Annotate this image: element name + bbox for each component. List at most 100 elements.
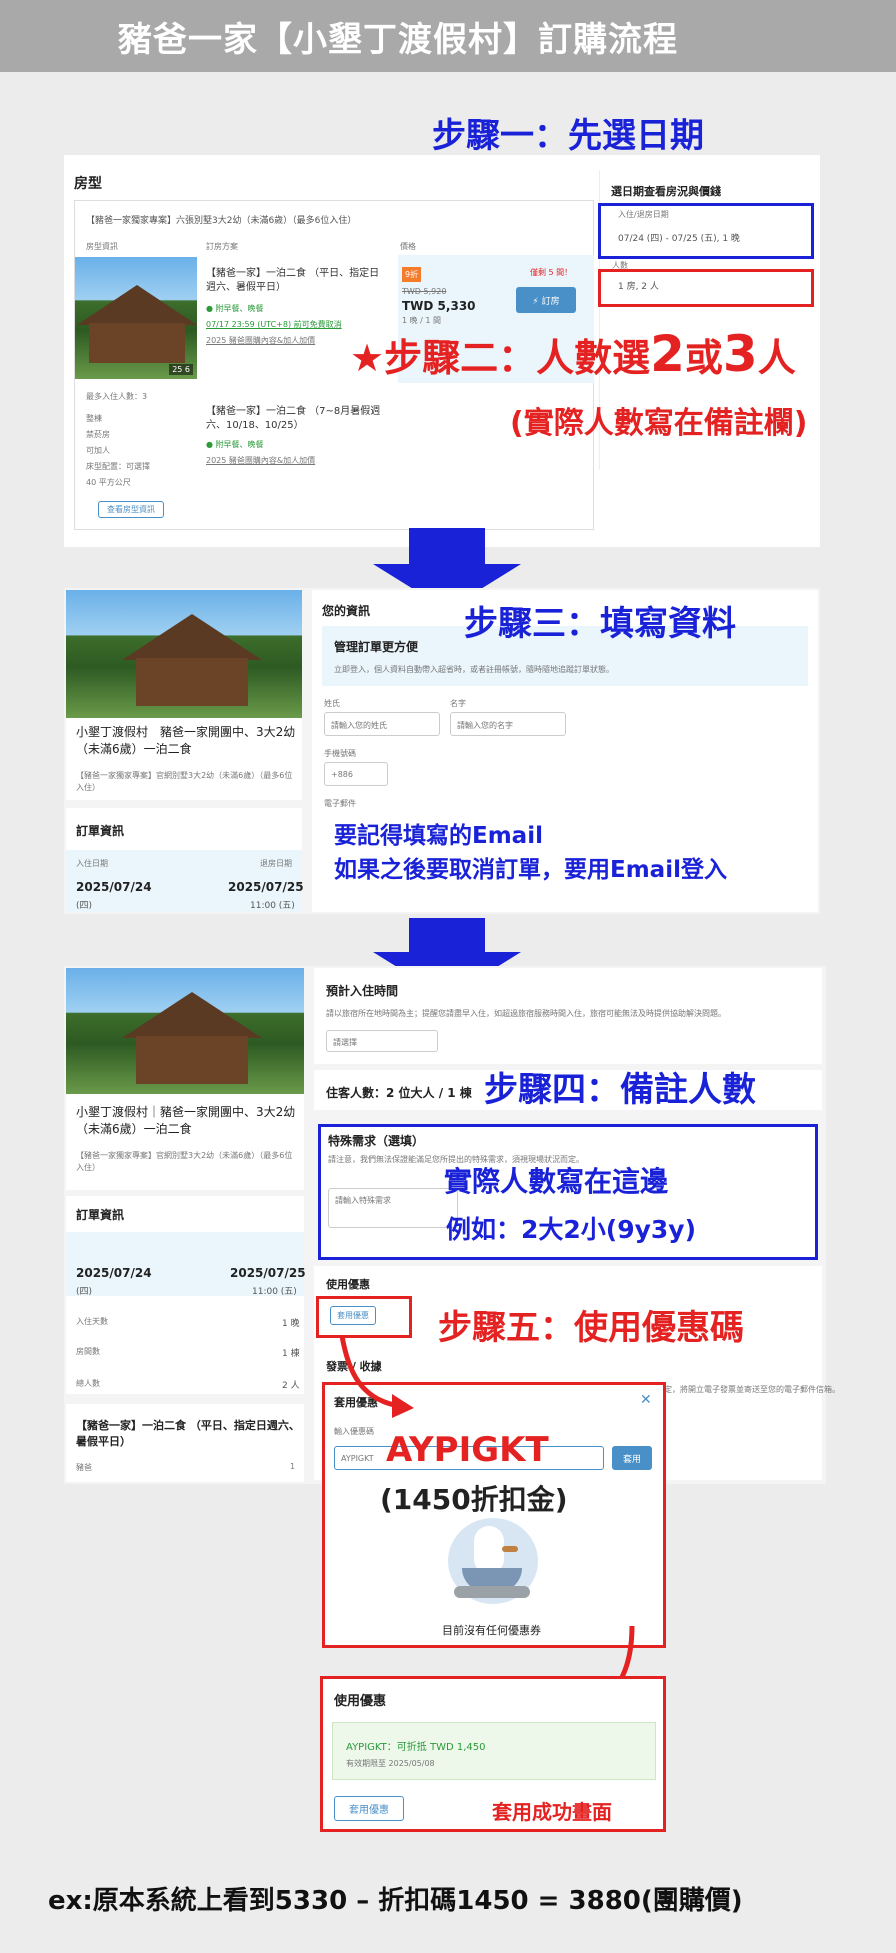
notes-checkout: 2025/07/25 [230,1266,306,1280]
applied-coupon-button[interactable]: 套用優惠 [334,1796,404,1821]
people-label: 總人數 [76,1379,100,1388]
notes-hotel-sub: 【豬爸一家獨家專案】官網別墅3大2幼（未滿6歲）（最多6位入住） [76,1151,293,1172]
arrival-title: 預計入住時間 [326,984,399,998]
photo-count: 25 6 [169,364,193,375]
applied-line1: AYPIGKT：可折抵 TWD 1,450 [346,1742,486,1753]
notes-checkout-day: 11:00 (五) [252,1287,297,1297]
modal-apply-button[interactable]: 套用 [612,1446,652,1470]
form-hotel-name: 小墾丁渡假村 豬爸一家開團中、3大2幼（未滿6歲）一泊二食 [76,725,296,756]
last-name-input[interactable]: 請輸入您的姓氏 [324,712,440,736]
original-price: TWD 5,920 [402,287,447,296]
guest-highlight-box [598,269,814,307]
room-price: TWD 5,330 [402,299,476,313]
form-checkout-label: 退房日期 [260,859,292,868]
form-checkin-label: 入住日期 [76,859,108,868]
book-button[interactable]: ⚡ 訂房 [516,287,576,313]
room-photo[interactable]: 25 6 [75,257,197,379]
notes-plan-sub: 豬爸 [76,1463,92,1472]
red-arrow-to-modal [339,1335,414,1418]
notes-hotel-name: 小墾丁渡假村｜豬爸一家開團中、3大2幼（未滿6歲）一泊二食 [76,1105,296,1136]
people-value: 2 人 [282,1381,300,1391]
form-order-title: 訂單資訊 [76,824,125,838]
plan2-meal: ● 附早餐、晚餐 [206,440,264,449]
notes-hotel-photo[interactable] [66,968,304,1094]
step3-note2: 如果之後要取消訂單，要用Email登入 [334,850,727,884]
sidebar-title: 選日期查看房況與價錢 [611,185,721,198]
success-label: 套用成功畫面 [492,1800,612,1824]
special-title: 特殊需求（選填） [328,1134,425,1148]
plan2-title: 【豬爸一家】一泊二食 （7~8月暑假週六、10/18、10/25） [206,406,381,431]
col-room-info: 房型資訊 [86,242,118,251]
form-checkin: 2025/07/24 [76,880,152,894]
date-highlight-box [598,203,814,259]
arrow-shaft-1 [409,528,485,566]
step4-label: 步驟四：備註人數 [484,1070,756,1110]
manage-title: 管理訂單更方便 [334,640,419,654]
coupon-amount: (1450折扣金) [380,1483,568,1516]
form-checkout-day: 11:00 (五) [250,901,295,911]
feature-size: 40 平方公尺 [86,478,131,487]
plan1-extra-link[interactable]: 2025 豬爸團購內容&加人加價 [206,335,315,346]
rooms-label: 房間數 [76,1347,100,1356]
close-icon[interactable]: ✕ [640,1392,652,1408]
nights-value: 1 晚 [282,1319,300,1329]
max-guests: 最多入住人數：3 [86,392,148,401]
price-per: 1 晚 / 1 間 [402,316,442,325]
step4-note1: 實際人數寫在這邊 [444,1165,669,1198]
plan1-cancel[interactable]: 07/17 23:59 (UTC+8) 前可免費取消 [206,319,342,330]
step2-label: ★步驟二：人數選2或3人 [350,329,796,382]
modal-empty-text: 目前沒有任何優惠券 [442,1624,541,1637]
empty-coupon-illustration [438,1518,548,1604]
step3-note1: 要記得填寫的Email [334,816,543,850]
step2-text-b: 人 [757,336,796,380]
applied-heading: 使用優惠 [334,1694,387,1709]
arrival-select[interactable]: 請選擇 [326,1030,438,1052]
manage-sub[interactable]: 立即登入，個人資料自動帶入超省時，或者註冊帳號，隨時隨地追蹤訂單狀態。 [334,664,614,675]
form-checkout: 2025/07/25 [228,880,304,894]
guests-summary: 住客人數：2 位大人 / 1 棟 [326,1086,472,1100]
step2-num1: 2 [650,325,685,383]
page-title-bar: 豬爸一家【小墾丁渡假村】訂購流程 [0,0,896,72]
plan2-extra-link[interactable]: 2025 豬爸團購內容&加人加價 [206,455,315,466]
email-label: 電子郵件 [324,799,356,808]
col-plan: 訂房方案 [206,242,238,251]
notes-plan-title: 【豬爸一家】一泊二食 （平日、指定日週六、暑假平日） [76,1419,300,1448]
special-input[interactable]: 請輸入特殊需求 [328,1188,458,1228]
phone-label: 手機號碼 [324,749,356,758]
arrival-sub: 請以旅宿所在地時間為主；提醒您請盡早入住，如超過旅宿服務時間入住，旅宿可能無法及… [326,1009,726,1018]
discount-badge: 9折 [402,267,422,282]
plan1-title: 【豬爸一家】一泊二食 （平日、指定日週六、暑假平日） [206,268,380,293]
form-hotel-photo[interactable] [66,590,302,718]
notes-plan-qty: 1 [290,1462,296,1471]
modal-input-label: 輸入優惠碼 [334,1427,374,1436]
applied-line2: 有效期限至 2025/05/08 [346,1759,435,1768]
room-heading: 房型 [74,176,102,192]
page-title: 豬爸一家【小墾丁渡假村】訂購流程 [118,19,678,60]
last-name-label: 姓氏 [324,699,340,708]
plan1-meal: ● 附早餐、晚餐 [206,304,264,313]
room-info-button[interactable]: 查看房型資訊 [98,501,164,518]
feature-bed: 床型配置：可選擇 [86,462,150,471]
feature-whole: 整棟 [86,414,102,423]
step2-star: ★ [350,336,385,380]
notes-checkin: 2025/07/24 [76,1266,152,1280]
first-name-label: 名字 [450,699,466,708]
feature-nonsmoking: 禁菸房 [86,430,110,439]
notes-checkin-day: (四) [76,1287,93,1297]
step2-text-a: 步驟二：人數選 [384,336,651,380]
notes-order-title: 訂單資訊 [76,1208,125,1222]
step2-or: 或 [684,336,723,380]
form-checkin-day: (四) [76,901,93,911]
country-code-select[interactable]: +886 [324,762,388,786]
rooms-value: 1 棟 [282,1349,300,1359]
arrow-shaft-2 [409,918,485,954]
form-hotel-sub: 【豬爸一家獨家專案】官網別墅3大2幼（未滿6歲）（最多6位入住） [76,771,293,792]
step5-label: 步驟五：使用優惠碼 [438,1308,744,1348]
feature-extra: 可加人 [86,446,110,455]
step2-num2: 3 [722,325,758,383]
first-name-input[interactable]: 請輸入您的名字 [450,712,566,736]
col-price: 價格 [400,242,416,251]
price-formula: ex:原本系統上看到5330 – 折扣碼1450 = 3880(團購價) [48,1886,743,1916]
step2-note: (實際人數寫在備註欄) [510,406,808,441]
rooms-left: 僅剩 5 間！ [530,268,573,277]
